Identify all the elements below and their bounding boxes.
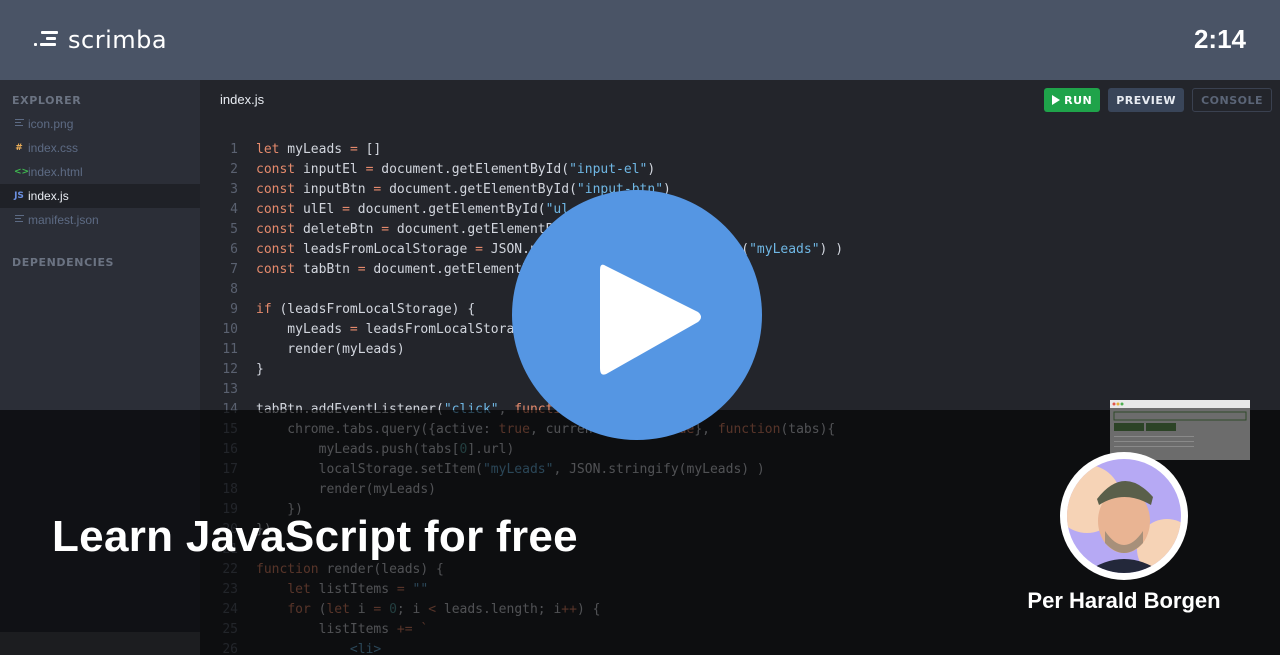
file-lines-icon [14, 118, 24, 130]
file-item-index-js[interactable]: JS index.js [0, 184, 200, 208]
scrimba-logo[interactable]: scrimba [34, 26, 167, 54]
hash-icon: # [15, 143, 23, 153]
code-line: 1 let myLeads = [] [200, 140, 843, 160]
instructor-name: Per Harald Borgen [1027, 588, 1221, 613]
file-lines-icon [14, 214, 24, 226]
file-item-index-css[interactable]: # index.css [0, 136, 200, 160]
explorer-heading: EXPLORER [12, 94, 82, 107]
line-number: 11 [222, 342, 238, 357]
video-timer: 2:14 [1193, 24, 1246, 54]
file-name: index.html [28, 165, 83, 179]
play-video-button[interactable] [512, 190, 762, 440]
file-list: icon.png # index.css <> index.html JS in… [0, 112, 200, 232]
course-headline: Learn JavaScript for free [52, 512, 578, 561]
line-number: 6 [230, 242, 238, 257]
line-content: const inputEl = document.getElementById(… [256, 162, 656, 177]
preview-label: PREVIEW [1116, 93, 1177, 107]
file-name: index.css [28, 141, 79, 155]
line-number: 3 [230, 182, 238, 197]
file-name: manifest.json [28, 213, 99, 227]
line-content: render(myLeads) [256, 342, 405, 357]
file-item-index-html[interactable]: <> index.html [0, 160, 200, 184]
file-name: icon.png [28, 117, 74, 131]
run-button[interactable]: RUN [1044, 88, 1101, 112]
dependencies-heading[interactable]: DEPENDENCIES [0, 256, 114, 269]
file-item-manifest-json[interactable]: manifest.json [0, 208, 200, 232]
play-icon [600, 264, 701, 375]
line-number: 13 [222, 382, 238, 397]
line-content: if (leadsFromLocalStorage) { [256, 302, 476, 317]
editor-tab-index-js[interactable]: index.js [220, 92, 264, 107]
editor-toolbar: RUN PREVIEW CONSOLE [1044, 88, 1272, 112]
code-brackets-icon: <> [14, 167, 30, 177]
run-label: RUN [1064, 93, 1093, 107]
line-number: 8 [230, 282, 238, 297]
top-bar: scrimba 2:14 [0, 0, 1280, 80]
js-icon: JS [14, 191, 24, 201]
line-number: 1 [230, 142, 238, 157]
file-item-icon-png[interactable]: icon.png [0, 112, 200, 136]
instructor-avatar [1060, 452, 1188, 580]
console-button[interactable]: CONSOLE [1192, 88, 1272, 112]
scrimba-logo-icon [34, 31, 58, 49]
line-number: 4 [230, 202, 238, 217]
line-number: 7 [230, 262, 238, 277]
file-name: index.js [28, 189, 69, 203]
preview-thumbnail [1110, 400, 1250, 460]
console-label: CONSOLE [1201, 93, 1263, 107]
line-number: 10 [222, 322, 238, 337]
play-small-icon [1052, 95, 1061, 105]
line-number: 2 [230, 162, 238, 177]
line-content: let myLeads = [] [256, 142, 382, 157]
line-content: } [256, 362, 264, 377]
code-line: 2 const inputEl = document.getElementById… [200, 160, 843, 180]
line-content [238, 280, 256, 300]
preview-button[interactable]: PREVIEW [1108, 88, 1185, 112]
logo-text: scrimba [68, 26, 168, 54]
line-number: 12 [222, 362, 238, 377]
line-content [238, 380, 256, 400]
line-content: myLeads = leadsFromLocalStorage [256, 322, 530, 337]
line-number: 5 [230, 222, 238, 237]
line-number: 9 [230, 302, 238, 317]
